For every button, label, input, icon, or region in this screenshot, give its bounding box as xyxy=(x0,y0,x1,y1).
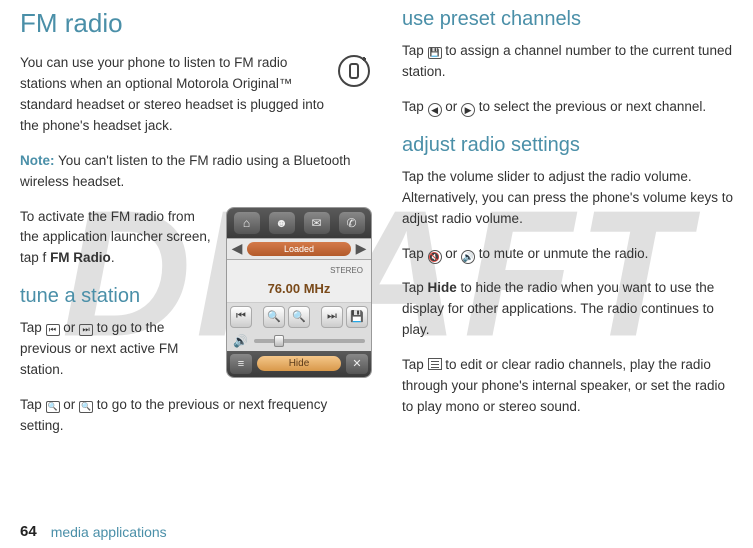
adjust-p2-prefix: Tap xyxy=(402,246,428,261)
rs-volume-icon: 🔊 xyxy=(233,334,248,348)
rs-volume-thumb[interactable] xyxy=(274,335,284,347)
activate-text-1: To activate the FM radio from the applic… xyxy=(20,209,211,266)
rs-volume-slider[interactable] xyxy=(254,339,365,343)
rs-left-arrow-icon[interactable]: ◀ xyxy=(227,240,247,257)
page-footer: 64 media applications xyxy=(20,523,167,540)
hide-prefix: Tap xyxy=(402,280,428,295)
menu-icon xyxy=(428,358,442,370)
motorola-original-icon xyxy=(336,53,372,151)
rs-right-arrow-icon[interactable]: ▶ xyxy=(351,240,371,257)
radio-screenshot: ⌂ ☻ ✉ ✆ ◀ Loaded ▶ STEREO 76.00 MHz ⏮ xyxy=(226,207,372,378)
seek-up-icon: 🔍 xyxy=(79,401,93,413)
hide-paragraph: Tap Hide to hide the radio when you want… xyxy=(402,278,733,341)
rs-menu-icon[interactable]: ≡ xyxy=(230,354,252,374)
preset-p2-or: or xyxy=(442,99,462,114)
preset-p2-prefix: Tap xyxy=(402,99,428,114)
save-channel-icon: 💾 xyxy=(428,47,442,59)
heading-preset: use preset channels xyxy=(402,8,733,31)
activate-paragraph: To activate the FM radio from the applic… xyxy=(20,207,216,270)
rs-top-phone-icon[interactable]: ✆ xyxy=(339,212,365,234)
rs-prev-station-icon[interactable]: ⏮ xyxy=(230,306,252,328)
unmute-icon: 🔊 xyxy=(461,250,475,264)
next-station-icon: ⏭ xyxy=(79,324,93,336)
freq-paragraph: Tap 🔍 or 🔍 to go to the previous or next… xyxy=(20,395,372,437)
hide-bold: Hide xyxy=(428,280,457,295)
rs-close-icon[interactable]: ✕ xyxy=(346,354,368,374)
rs-next-station-icon[interactable]: ⏭ xyxy=(321,306,343,328)
mute-icon: 🔇 xyxy=(428,250,442,264)
page-number: 64 xyxy=(20,523,37,540)
menu-paragraph: Tap to edit or clear radio channels, pla… xyxy=(402,355,733,418)
prev-channel-icon: ◀ xyxy=(428,103,442,117)
f-icon: f xyxy=(43,250,47,265)
rs-loaded-row: ◀ Loaded ▶ xyxy=(227,238,371,260)
note-paragraph: Note: You can't listen to the FM radio u… xyxy=(20,151,372,193)
heading-adjust: adjust radio settings xyxy=(402,134,733,157)
note-text: You can't listen to the FM radio using a… xyxy=(20,153,351,189)
fm-radio-label: FM Radio xyxy=(50,250,111,265)
freq-prefix: Tap xyxy=(20,397,46,412)
next-channel-icon: ▶ xyxy=(461,103,475,117)
rs-topbar: ⌂ ☻ ✉ ✆ xyxy=(227,208,371,238)
left-column: FM radio You can use your phone to liste… xyxy=(20,8,372,451)
rs-top-mail-icon[interactable]: ✉ xyxy=(304,212,330,234)
tune-prefix: Tap xyxy=(20,320,46,335)
footer-section-link: media applications xyxy=(51,524,167,540)
tune-paragraph: Tap ⏮ or ⏭ to go to the previous or next… xyxy=(20,318,216,381)
rs-top-contacts-icon[interactable]: ☻ xyxy=(269,212,295,234)
rs-controls-row: ⏮ 🔍 🔍 ⏭ 💾 xyxy=(227,303,371,331)
rs-bottom-row: ≡ Hide ✕ xyxy=(227,351,371,377)
adjust-p2: Tap 🔇 or 🔊 to mute or unmute the radio. xyxy=(402,244,733,265)
seek-down-icon: 🔍 xyxy=(46,401,60,413)
heading-tune: tune a station xyxy=(20,285,216,308)
freq-or: or xyxy=(60,397,80,412)
rs-frequency: 76.00 MHz xyxy=(235,281,363,296)
rs-display: STEREO 76.00 MHz xyxy=(227,260,371,303)
prev-station-icon: ⏮ xyxy=(46,324,60,336)
adjust-p2-text: to mute or unmute the radio. xyxy=(475,246,648,261)
rs-loaded-pill[interactable]: Loaded xyxy=(247,242,351,256)
preset-p2-text: to select the previous or next channel. xyxy=(475,99,706,114)
note-label: Note: xyxy=(20,153,55,168)
adjust-p2-or: or xyxy=(442,246,462,261)
preset-p2: Tap ◀ or ▶ to select the previous or nex… xyxy=(402,97,733,118)
rs-top-home-icon[interactable]: ⌂ xyxy=(234,212,260,234)
activate-period: . xyxy=(111,250,115,265)
intro-paragraph: You can use your phone to listen to FM r… xyxy=(20,53,326,137)
radio-text-column: To activate the FM radio from the applic… xyxy=(20,207,216,396)
rs-slider-row: 🔊 xyxy=(227,331,371,351)
page-content: FM radio You can use your phone to liste… xyxy=(0,0,753,451)
intro-row: You can use your phone to listen to FM r… xyxy=(20,53,372,151)
rs-save-icon[interactable]: 💾 xyxy=(346,306,368,328)
preset-p1: Tap 💾 to assign a channel number to the … xyxy=(402,41,733,83)
rs-hide-button[interactable]: Hide xyxy=(257,356,341,371)
adjust-p1: Tap the volume slider to adjust the radi… xyxy=(402,167,733,230)
right-column: use preset channels Tap 💾 to assign a ch… xyxy=(402,8,733,451)
heading-fm-radio: FM radio xyxy=(20,8,372,39)
tune-or: or xyxy=(60,320,80,335)
preset-p1-prefix: Tap xyxy=(402,43,428,58)
radio-section: To activate the FM radio from the applic… xyxy=(20,207,372,396)
rs-seek-down-icon[interactable]: 🔍 xyxy=(263,306,285,328)
preset-p1-text: to assign a channel number to the curren… xyxy=(402,43,732,79)
rs-seek-group: 🔍 🔍 xyxy=(255,306,318,328)
rs-stereo-label: STEREO xyxy=(235,266,363,275)
menu-text: to edit or clear radio channels, play th… xyxy=(402,357,725,414)
rs-seek-up-icon[interactable]: 🔍 xyxy=(288,306,310,328)
menu-prefix: Tap xyxy=(402,357,428,372)
